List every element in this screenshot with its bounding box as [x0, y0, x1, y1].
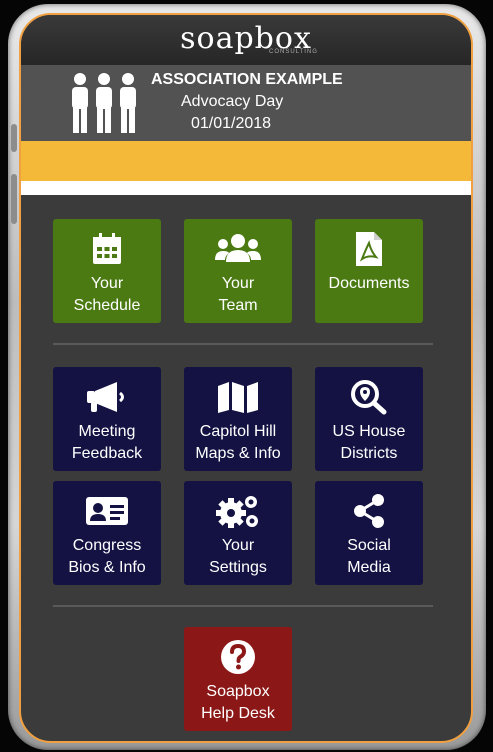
tile-label: Settings	[209, 559, 267, 576]
tile-label: Schedule	[73, 297, 141, 314]
event-date: 01/01/2018	[191, 115, 272, 132]
tile-label: Bios & Info	[68, 559, 146, 576]
location-search-icon	[351, 380, 387, 415]
megaphone-icon	[87, 382, 124, 412]
app-screen: soapbox CONSULTING ASSOCIATION EXAMPLE A…	[19, 13, 473, 743]
organization-name: ASSOCIATION EXAMPLE	[151, 71, 343, 88]
meeting-feedback-button[interactable]: Meeting Feedback	[53, 367, 161, 471]
section-divider	[53, 605, 433, 607]
section-divider	[53, 343, 433, 345]
tile-label: Districts	[340, 445, 398, 462]
tile-label: Help Desk	[201, 705, 275, 722]
your-settings-button[interactable]: Your Settings	[184, 481, 292, 585]
banner-stripe	[21, 181, 471, 195]
us-house-districts-button[interactable]: US House Districts	[315, 367, 423, 471]
tile-label: Your	[221, 275, 255, 292]
app-logo: soapbox	[180, 21, 312, 56]
tile-label: Social	[347, 537, 391, 554]
id-card-icon	[86, 497, 128, 525]
side-button	[11, 174, 17, 224]
event-name: Advocacy Day	[181, 93, 284, 110]
accent-banner	[21, 141, 471, 181]
help-desk-button[interactable]: Soapbox Help Desk	[184, 627, 292, 731]
logo-subtitle: CONSULTING	[269, 49, 318, 55]
capitol-hill-maps-button[interactable]: Capitol Hill Maps & Info	[184, 367, 292, 471]
question-icon	[221, 640, 255, 674]
event-header: ASSOCIATION EXAMPLE Advocacy Day 01/01/2…	[21, 65, 471, 141]
tile-label: US House	[332, 423, 406, 440]
tile-label: Soapbox	[206, 683, 270, 700]
congress-bios-button[interactable]: Congress Bios & Info	[53, 481, 161, 585]
tile-label: Your	[90, 275, 124, 292]
tile-label: Your	[221, 537, 255, 554]
people-icon	[72, 73, 136, 133]
tile-label: Congress	[72, 537, 142, 554]
tile-label: Capitol Hill	[199, 423, 277, 440]
social-media-button[interactable]: Social Media	[315, 481, 423, 585]
tile-label: Meeting	[78, 423, 136, 440]
calendar-icon	[93, 233, 121, 264]
pdf-document-icon	[356, 232, 382, 266]
tile-label: Maps & Info	[195, 445, 281, 462]
tile-label: Team	[218, 297, 258, 314]
team-icon	[215, 234, 261, 262]
your-schedule-button[interactable]: Your Schedule	[53, 219, 161, 323]
documents-button[interactable]: Documents	[315, 219, 423, 323]
side-button	[11, 124, 17, 152]
tile-label: Documents	[328, 275, 410, 292]
share-icon	[354, 494, 384, 528]
your-team-button[interactable]: Your Team	[184, 219, 292, 323]
map-icon	[218, 382, 258, 413]
top-bar: soapbox CONSULTING	[21, 15, 471, 65]
tile-label: Media	[347, 559, 391, 576]
tile-label: Feedback	[71, 445, 143, 462]
gears-icon	[216, 496, 258, 528]
